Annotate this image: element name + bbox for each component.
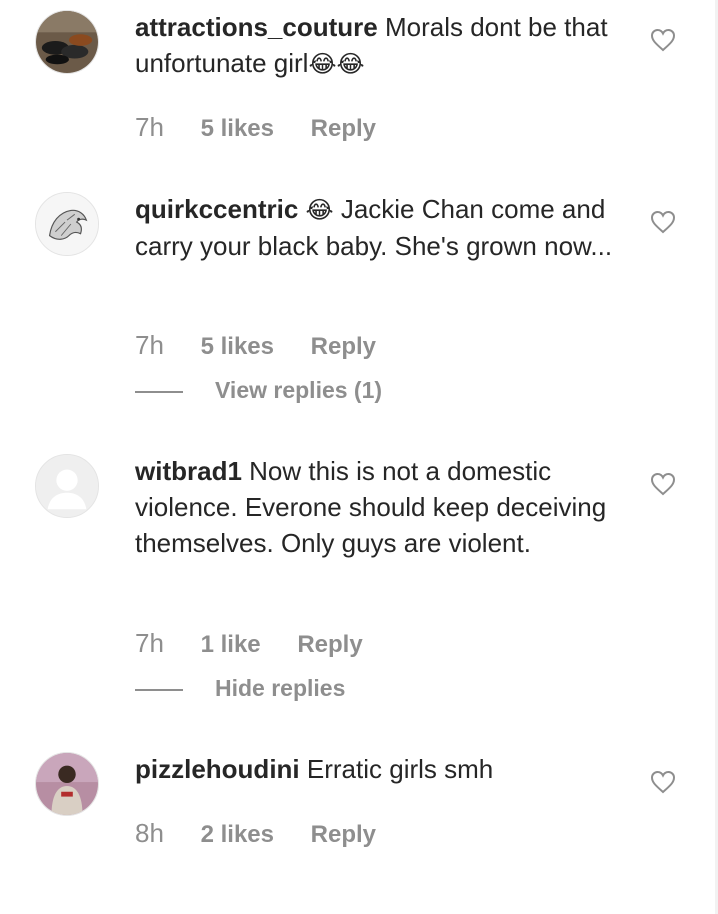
heart-outline-icon[interactable] [650,210,676,234]
reply-button[interactable]: Reply [311,115,376,142]
heart-outline-icon[interactable] [650,28,676,52]
likes-count[interactable]: 1 like [201,631,261,658]
reply-button[interactable]: Reply [297,631,362,658]
laughing-emoji-icon: 😂 [305,196,334,224]
laughing-emoji-icon: 😂😂 [308,50,365,78]
lion-sketch-avatar [36,193,98,255]
comment-username[interactable]: quirkccentric [135,194,298,224]
comment-meta: 8h 2 likes Reply [135,818,376,849]
likes-count[interactable]: 5 likes [201,333,274,360]
divider-line [135,688,183,691]
shoes-photo-avatar [36,11,98,73]
avatar[interactable] [35,752,99,816]
avatar[interactable] [35,192,99,256]
view-replies-label[interactable]: View replies (1) [215,377,382,403]
comment-meta: 7h 5 likes Reply [135,112,376,143]
default-person-avatar [36,455,98,517]
hide-replies-label[interactable]: Hide replies [215,675,345,701]
reply-button[interactable]: Reply [311,333,376,360]
person-photo-avatar [36,753,98,815]
comment-username[interactable]: witbrad1 [135,456,242,486]
comment-text: quirkccentric 😂 Jackie Chan come and car… [135,191,615,264]
comment-text: attractions_couture Morals dont be that … [135,9,615,82]
comment-time: 8h [135,818,164,848]
comment-text: witbrad1 Now this is not a domestic viol… [135,453,615,561]
comment-time: 7h [135,112,164,142]
comment-meta: 7h 5 likes Reply [135,330,376,361]
divider-line [135,390,183,393]
hide-replies-toggle[interactable]: Hide replies [135,675,345,702]
comment-time: 7h [135,330,164,360]
likes-count[interactable]: 5 likes [201,115,274,142]
comment-body: Erratic girls smh [306,754,494,784]
avatar[interactable] [35,454,99,518]
comment-username[interactable]: attractions_couture [135,12,378,42]
heart-outline-icon[interactable] [650,770,676,794]
view-replies-toggle[interactable]: View replies (1) [135,377,382,404]
comment-time: 7h [135,628,164,658]
comment-username[interactable]: pizzlehoudini [135,754,300,784]
reply-button[interactable]: Reply [311,821,376,848]
heart-outline-icon[interactable] [650,472,676,496]
avatar[interactable] [35,10,99,74]
likes-count[interactable]: 2 likes [201,821,274,848]
comment-text: pizzlehoudini Erratic girls smh [135,751,615,787]
comment-meta: 7h 1 like Reply [135,628,363,659]
